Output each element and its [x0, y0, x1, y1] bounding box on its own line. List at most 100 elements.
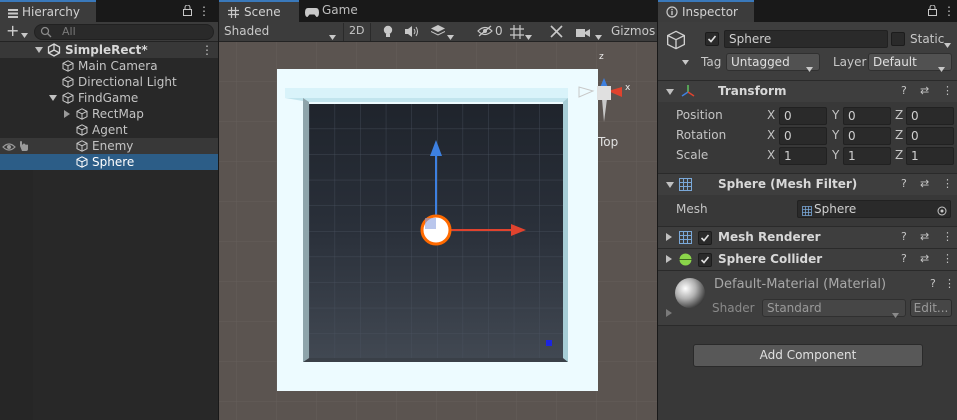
gizmo-x-label: x: [625, 83, 631, 93]
expand-arrow-icon[interactable]: [666, 89, 674, 95]
help-icon[interactable]: ?: [901, 230, 907, 243]
position-x-field[interactable]: 0: [779, 107, 827, 125]
hierarchy-item-agent[interactable]: Agent: [0, 122, 218, 138]
hierarchy-item-enemy[interactable]: Enemy: [0, 138, 218, 154]
hidden-objects-count: 0: [495, 24, 503, 38]
axis-z-label: Z: [895, 128, 904, 142]
kebab-menu-icon[interactable]: ⋮: [198, 4, 210, 18]
mesh-filter-header[interactable]: Sphere (Mesh Filter) ? ⇄ ⋮: [658, 173, 957, 195]
collapse-arrow-icon[interactable]: [666, 233, 672, 241]
add-button[interactable]: +: [6, 22, 19, 40]
component-menu-icon[interactable]: ⋮: [942, 252, 953, 265]
tab-inspector-label: Inspector: [682, 5, 738, 19]
tag-dropdown[interactable]: Untagged: [726, 53, 820, 72]
chevron-down-icon[interactable]: [525, 29, 532, 43]
camera-icon[interactable]: [576, 27, 590, 41]
tools-cross-icon[interactable]: [550, 25, 563, 41]
kebab-menu-icon[interactable]: ⋮: [943, 4, 955, 18]
visibility-eye-icon[interactable]: [2, 141, 16, 155]
layer-label: Layer: [833, 55, 867, 69]
expand-arrow-icon[interactable]: [35, 47, 43, 53]
lighting-bulb-icon[interactable]: [383, 25, 393, 41]
2d-toggle-button[interactable]: 2D: [343, 23, 371, 41]
chevron-down-icon[interactable]: [944, 37, 951, 51]
sphere-collider-enabled-checkbox[interactable]: [698, 253, 712, 267]
layer-dropdown[interactable]: Default: [868, 53, 952, 72]
hidden-objects-eye-icon[interactable]: [477, 25, 493, 40]
collapse-arrow-icon[interactable]: [64, 110, 70, 118]
scene-root-row[interactable]: SimpleRect* ⋮: [0, 42, 218, 58]
shading-mode-dropdown[interactable]: Shaded: [224, 24, 269, 38]
transform-header[interactable]: Transform ? ⇄ ⋮: [658, 80, 957, 102]
shader-edit-button[interactable]: Edit...: [910, 299, 952, 317]
mesh-object-field[interactable]: Sphere: [797, 200, 951, 218]
component-menu-icon[interactable]: ⋮: [942, 84, 953, 97]
object-picker-icon[interactable]: [937, 204, 947, 220]
view-orientation-label[interactable]: Top: [598, 135, 618, 149]
static-checkbox[interactable]: [891, 32, 905, 46]
preset-sliders-icon[interactable]: ⇄: [920, 177, 929, 190]
shader-dropdown[interactable]: Standard: [762, 299, 906, 318]
chevron-down-icon: [892, 306, 899, 322]
hierarchy-item-sphere[interactable]: Sphere: [0, 154, 218, 170]
hierarchy-item-main-camera[interactable]: Main Camera: [0, 58, 218, 74]
component-menu-icon[interactable]: ⋮: [942, 230, 953, 243]
mesh-renderer-header[interactable]: Mesh Renderer ? ⇄ ⋮: [658, 226, 957, 248]
grid-snap-icon[interactable]: [510, 25, 524, 42]
help-icon[interactable]: ?: [901, 252, 907, 265]
tab-inspector[interactable]: Inspector: [658, 0, 754, 22]
lock-icon[interactable]: [928, 4, 937, 19]
preset-sliders-icon[interactable]: ⇄: [920, 252, 929, 265]
chevron-down-icon[interactable]: [21, 27, 28, 41]
scale-y-field[interactable]: 1: [843, 147, 891, 165]
chevron-down-icon[interactable]: [682, 54, 689, 68]
object-name-field[interactable]: Sphere: [724, 30, 888, 48]
rotation-x-field[interactable]: 0: [779, 127, 827, 145]
collapse-arrow-icon[interactable]: [666, 309, 672, 317]
hierarchy-item-label: Main Camera: [78, 59, 158, 73]
chevron-down-icon[interactable]: [447, 29, 454, 43]
edit-label: Edit...: [913, 301, 949, 315]
component-menu-icon[interactable]: ⋮: [944, 277, 955, 290]
audio-speaker-icon[interactable]: [405, 26, 419, 40]
tab-game[interactable]: Game: [303, 0, 373, 22]
hierarchy-panel: Hierarchy ⋮ + All SimpleRect* ⋮ Main Cam: [0, 0, 218, 420]
hierarchy-item-rectmap[interactable]: RectMap: [0, 106, 218, 122]
chevron-down-icon[interactable]: [329, 29, 336, 43]
lock-icon[interactable]: [183, 4, 192, 19]
pickable-hand-icon[interactable]: [17, 140, 29, 155]
help-icon[interactable]: ?: [901, 84, 907, 97]
rotation-z-field[interactable]: 0: [906, 127, 954, 145]
position-y-field[interactable]: 0: [843, 107, 891, 125]
help-icon[interactable]: ?: [930, 277, 936, 290]
add-component-button[interactable]: Add Component: [693, 344, 923, 367]
expand-arrow-icon[interactable]: [666, 182, 674, 188]
object-name-value: Sphere: [729, 32, 772, 46]
gizmos-dropdown[interactable]: Gizmos: [611, 24, 655, 38]
scene-menu-icon[interactable]: ⋮: [201, 42, 213, 58]
inspector-panel: Inspector ⋮ Sphere Static Tag Untagged L…: [658, 0, 957, 420]
tab-scene[interactable]: Scene: [219, 0, 299, 22]
component-menu-icon[interactable]: ⋮: [942, 177, 953, 190]
position-z-field[interactable]: 0: [906, 107, 954, 125]
active-checkbox[interactable]: [705, 32, 719, 46]
scale-x-field[interactable]: 1: [779, 147, 827, 165]
tab-hierarchy[interactable]: Hierarchy: [0, 0, 96, 22]
hierarchy-item-directional-light[interactable]: Directional Light: [0, 74, 218, 90]
search-input[interactable]: All: [34, 24, 214, 40]
static-label: Static: [910, 32, 945, 46]
sphere-collider-header[interactable]: Sphere Collider ? ⇄ ⋮: [658, 248, 957, 270]
hierarchy-item-findgame[interactable]: FindGame: [0, 90, 218, 106]
scale-z-field[interactable]: 1: [906, 147, 954, 165]
chevron-down-icon[interactable]: [595, 29, 602, 43]
rotation-y-field[interactable]: 0: [843, 127, 891, 145]
scene-viewport[interactable]: z x Top: [219, 42, 657, 420]
preset-sliders-icon[interactable]: ⇄: [920, 230, 929, 243]
help-icon[interactable]: ?: [901, 177, 907, 190]
collapse-arrow-icon[interactable]: [666, 255, 672, 263]
mesh-renderer-icon: [679, 231, 692, 247]
effects-layers-icon[interactable]: [430, 25, 446, 41]
preset-sliders-icon[interactable]: ⇄: [920, 84, 929, 97]
expand-arrow-icon[interactable]: [49, 95, 57, 101]
mesh-renderer-enabled-checkbox[interactable]: [698, 231, 712, 245]
